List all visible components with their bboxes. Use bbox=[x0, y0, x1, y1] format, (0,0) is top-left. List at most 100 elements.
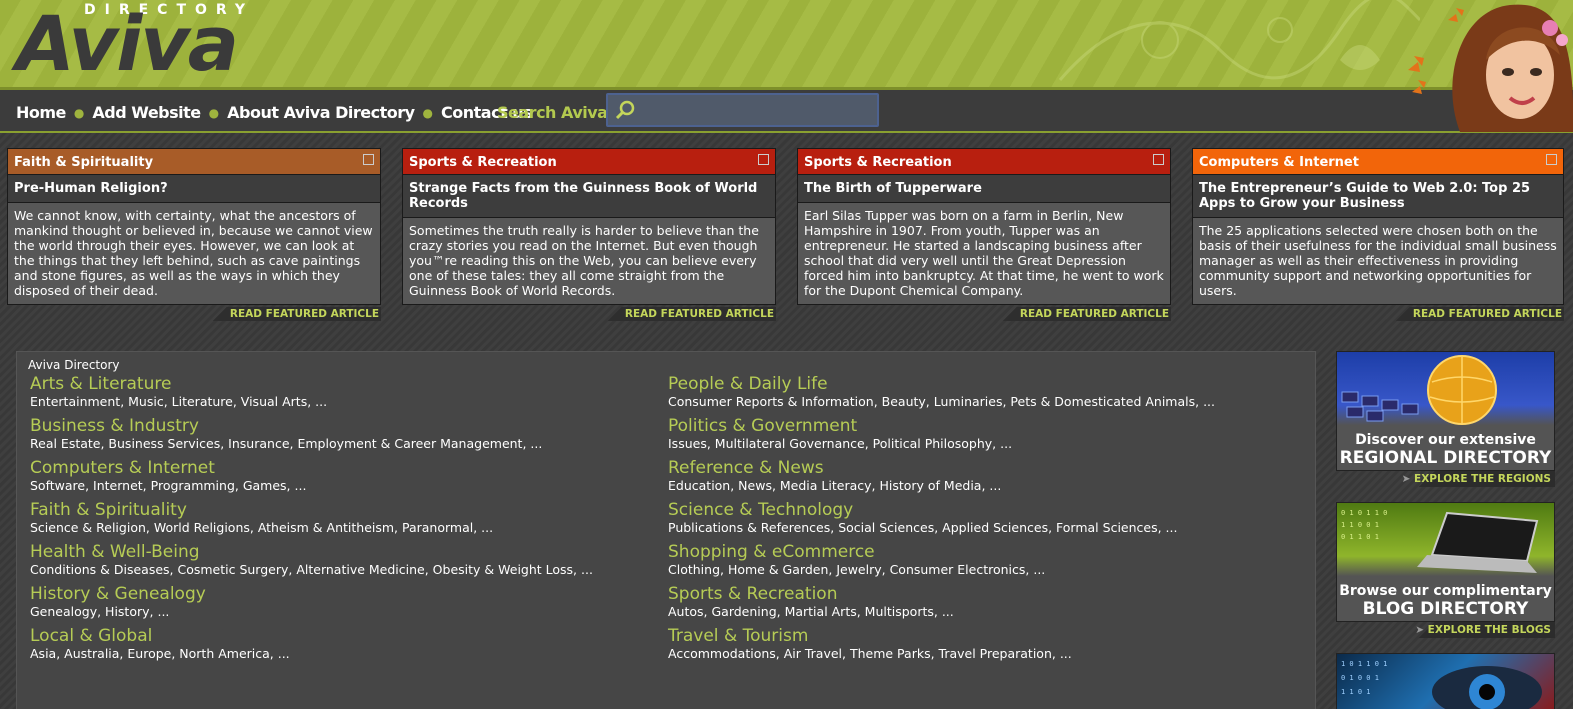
nav-separator: ● bbox=[208, 105, 220, 120]
category-item: Faith & Spirituality Science & Religion,… bbox=[30, 500, 493, 535]
featured-card: Sports & Recreation Strange Facts from t… bbox=[402, 148, 776, 321]
eye-icon: 1 0 1 1 0 1 0 1 0 0 1 1 1 0 1 bbox=[1341, 660, 1542, 709]
search-icon bbox=[615, 100, 635, 120]
featured-card-category[interactable]: Computers & Internet bbox=[1192, 148, 1564, 175]
search-label: Search Aviva: bbox=[497, 103, 614, 122]
category-subcategories: Consumer Reports & Information, Beauty, … bbox=[668, 394, 1215, 409]
featured-card: Sports & Recreation The Birth of Tupperw… bbox=[797, 148, 1171, 321]
featured-card-title[interactable]: The Entrepreneur’s Guide to Web 2.0: Top… bbox=[1192, 175, 1564, 218]
banner-line1: Discover our extensive bbox=[1355, 432, 1536, 448]
explore-regions-link[interactable]: ➤ EXPLORE THE REGIONS bbox=[1336, 471, 1555, 487]
laptop-icon: 0 1 0 1 1 0 1 1 0 0 1 0 1 1 0 1 bbox=[1341, 509, 1539, 573]
featured-card-body: The 25 applications selected were chosen… bbox=[1192, 218, 1564, 305]
category-item: Computers & Internet Software, Internet,… bbox=[30, 458, 306, 493]
category-item: Science & Technology Publications & Refe… bbox=[668, 500, 1177, 535]
explore-regions-label: EXPLORE THE REGIONS bbox=[1414, 473, 1551, 485]
regional-directory-banner[interactable]: Discover our extensive REGIONAL DIRECTOR… bbox=[1336, 351, 1555, 487]
category-subcategories: Science & Religion, World Religions, Ath… bbox=[30, 520, 494, 535]
svg-text:0 1 0 1 1 0: 0 1 0 1 1 0 bbox=[1341, 509, 1387, 517]
read-featured-article-link[interactable]: READ FEATURED ARTICLE bbox=[209, 307, 381, 321]
explore-blogs-label: EXPLORE THE BLOGS bbox=[1427, 624, 1551, 636]
featured-card-category[interactable]: Sports & Recreation bbox=[797, 148, 1171, 175]
category-item: Shopping & eCommerce Clothing, Home & Ga… bbox=[668, 542, 1045, 577]
category-link[interactable]: Business & Industry bbox=[30, 416, 542, 436]
category-subcategories: Clothing, Home & Garden, Jewelry, Consum… bbox=[668, 562, 1046, 577]
svg-text:0 1 0 0 1: 0 1 0 0 1 bbox=[1341, 674, 1379, 682]
category-link[interactable]: Computers & Internet bbox=[30, 458, 306, 478]
category-link[interactable]: Reference & News bbox=[668, 458, 1001, 478]
arrow-icon: ➤ bbox=[1401, 473, 1415, 485]
featured-card-body: Sometimes the truth really is harder to … bbox=[402, 218, 776, 305]
category-item: History & Genealogy Genealogy, History, … bbox=[30, 584, 206, 619]
category-link[interactable]: Arts & Literature bbox=[30, 374, 327, 394]
category-link[interactable]: Shopping & eCommerce bbox=[668, 542, 1045, 562]
nav-links: Home ● Add Website ● About Aviva Directo… bbox=[16, 103, 533, 122]
nav-separator: ● bbox=[422, 105, 434, 120]
search-box[interactable] bbox=[606, 93, 879, 127]
keyboard-globe-icon bbox=[1341, 355, 1497, 425]
banner-line2: BLOG DIRECTORY bbox=[1362, 599, 1529, 619]
site-logo[interactable]: Aviva bbox=[16, 4, 239, 84]
category-link[interactable]: People & Daily Life bbox=[668, 374, 1215, 394]
category-link[interactable]: Local & Global bbox=[30, 626, 290, 646]
banner-image: 1 0 1 1 0 1 0 1 0 0 1 1 1 0 1 bbox=[1336, 653, 1555, 709]
nav-add-website-link[interactable]: Add Website bbox=[92, 103, 201, 122]
nav-separator: ● bbox=[73, 105, 85, 120]
category-link[interactable]: History & Genealogy bbox=[30, 584, 206, 604]
category-subcategories: Entertainment, Music, Literature, Visual… bbox=[30, 394, 328, 409]
featured-card: Faith & Spirituality Pre-Human Religion?… bbox=[7, 148, 381, 321]
category-item: Sports & Recreation Autos, Gardening, Ma… bbox=[668, 584, 954, 619]
third-banner[interactable]: 1 0 1 1 0 1 0 1 0 0 1 1 1 0 1 bbox=[1336, 653, 1555, 709]
category-item: People & Daily Life Consumer Reports & I… bbox=[668, 374, 1215, 409]
banner-line1: Browse our complimentary bbox=[1339, 583, 1552, 599]
read-featured-article-link[interactable]: READ FEATURED ARTICLE bbox=[999, 307, 1171, 321]
header-illustration bbox=[1408, 4, 1573, 132]
category-subcategories: Education, News, Media Literacy, History… bbox=[668, 478, 1002, 493]
category-item: Travel & Tourism Accommodations, Air Tra… bbox=[668, 626, 1072, 661]
category-item: Business & Industry Real Estate, Busines… bbox=[30, 416, 542, 451]
featured-card-category[interactable]: Faith & Spirituality bbox=[7, 148, 381, 175]
nav-home-link[interactable]: Home bbox=[16, 103, 66, 122]
featured-card-title[interactable]: Strange Facts from the Guinness Book of … bbox=[402, 175, 776, 218]
featured-card-title[interactable]: Pre-Human Religion? bbox=[7, 175, 381, 203]
category-link[interactable]: Travel & Tourism bbox=[668, 626, 1072, 646]
category-link[interactable]: Health & Well-Being bbox=[30, 542, 593, 562]
svg-text:0 1 1 0 1: 0 1 1 0 1 bbox=[1341, 533, 1379, 541]
category-subcategories: Asia, Australia, Europe, North America, … bbox=[30, 646, 290, 661]
category-item: Health & Well-Being Conditions & Disease… bbox=[30, 542, 593, 577]
category-item: Politics & Government Issues, Multilater… bbox=[668, 416, 1012, 451]
category-link[interactable]: Science & Technology bbox=[668, 500, 1177, 520]
category-subcategories: Accommodations, Air Travel, Theme Parks,… bbox=[668, 646, 1072, 661]
svg-text:1 1 0 0 1: 1 1 0 0 1 bbox=[1341, 521, 1379, 529]
square-icon bbox=[363, 154, 374, 165]
category-subcategories: Real Estate, Business Services, Insuranc… bbox=[30, 436, 543, 451]
decorative-swirl bbox=[1058, 0, 1420, 81]
directory-panel: Aviva Directory Arts & Literature Entert… bbox=[16, 351, 1316, 709]
nav-about-link[interactable]: About Aviva Directory bbox=[227, 103, 415, 122]
read-featured-article-link[interactable]: READ FEATURED ARTICLE bbox=[1392, 307, 1564, 321]
banner-image: Discover our extensive REGIONAL DIRECTOR… bbox=[1336, 351, 1555, 471]
site-header: DIRECTORY Aviva bbox=[0, 0, 1573, 90]
featured-card-category[interactable]: Sports & Recreation bbox=[402, 148, 776, 175]
category-subcategories: Issues, Multilateral Governance, Politic… bbox=[668, 436, 1013, 451]
explore-blogs-link[interactable]: ➤ EXPLORE THE BLOGS bbox=[1336, 622, 1555, 638]
search-input[interactable] bbox=[638, 99, 872, 121]
square-icon bbox=[1153, 154, 1164, 165]
read-featured-article-link[interactable]: READ FEATURED ARTICLE bbox=[604, 307, 776, 321]
square-icon bbox=[1546, 154, 1557, 165]
category-link[interactable]: Faith & Spirituality bbox=[30, 500, 493, 520]
featured-card-title[interactable]: The Birth of Tupperware bbox=[797, 175, 1171, 203]
category-subcategories: Autos, Gardening, Martial Arts, Multispo… bbox=[668, 604, 954, 619]
svg-text:1 0 1 1 0 1: 1 0 1 1 0 1 bbox=[1341, 660, 1387, 668]
main-navigation: Home ● Add Website ● About Aviva Directo… bbox=[0, 90, 1573, 133]
category-link[interactable]: Sports & Recreation bbox=[668, 584, 954, 604]
directory-heading: Aviva Directory bbox=[28, 358, 120, 372]
featured-card: Computers & Internet The Entrepreneur’s … bbox=[1192, 148, 1564, 321]
arrow-icon: ➤ bbox=[1415, 624, 1428, 636]
banner-line2: REGIONAL DIRECTORY bbox=[1339, 448, 1552, 468]
blog-directory-banner[interactable]: 0 1 0 1 1 0 1 1 0 0 1 0 1 1 0 1 Browse our… bbox=[1336, 502, 1555, 638]
category-link[interactable]: Politics & Government bbox=[668, 416, 1012, 436]
featured-card-category-label: Sports & Recreation bbox=[409, 155, 557, 170]
featured-card-category-label: Faith & Spirituality bbox=[14, 155, 154, 170]
category-subcategories: Conditions & Diseases, Cosmetic Surgery,… bbox=[30, 562, 593, 577]
